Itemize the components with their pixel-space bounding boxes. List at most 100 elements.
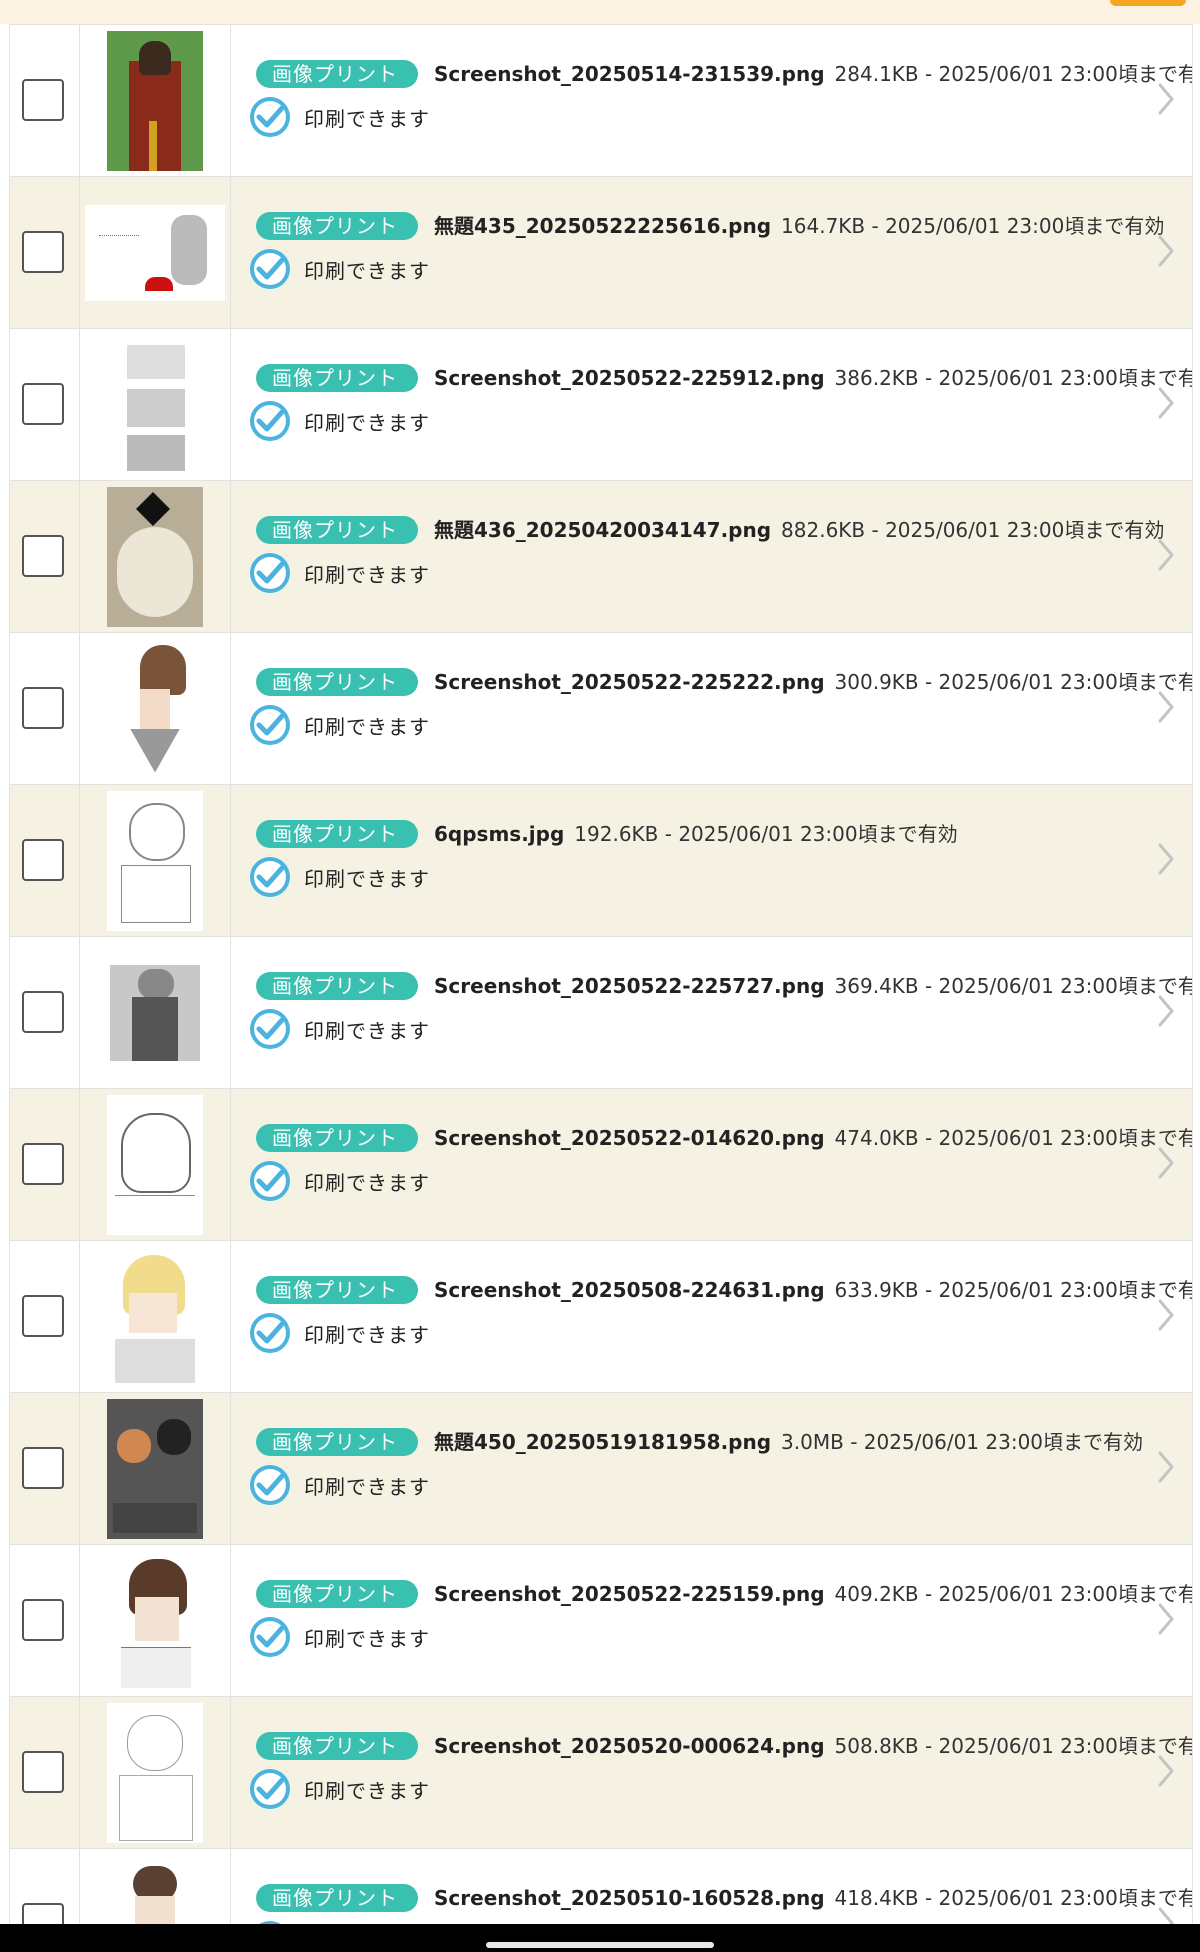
chevron-right-icon[interactable]	[1154, 385, 1178, 421]
file-list: 画像プリント Screenshot_20250514-231539.png 284.…	[9, 24, 1193, 1924]
print-status: 印刷できます	[304, 866, 430, 891]
thumbnail-cell	[80, 937, 231, 1088]
file-row[interactable]: 画像プリント 6qpsms.jpg 192.6KB - 2025/06/01 23:…	[10, 784, 1192, 936]
chevron-right-icon[interactable]	[1154, 841, 1178, 877]
home-indicator[interactable]	[486, 1942, 714, 1948]
print-type-badge: 画像プリント	[256, 1731, 418, 1760]
chevron-right-icon[interactable]	[1154, 537, 1178, 573]
file-thumbnail[interactable]	[107, 1398, 203, 1539]
checkbox-cell	[10, 1849, 80, 1924]
file-row[interactable]: 画像プリント Screenshot_20250522-225912.png 386.…	[10, 328, 1192, 480]
thumbnail-cell	[80, 329, 231, 480]
file-name: Screenshot_20250522-225727.png	[434, 973, 825, 998]
print-status: 印刷できます	[304, 410, 430, 435]
select-checkbox[interactable]	[22, 1295, 64, 1337]
thumbnail-cell	[80, 1241, 231, 1392]
thumbnail-cell	[80, 177, 231, 328]
select-checkbox[interactable]	[22, 1903, 64, 1924]
chevron-right-icon[interactable]	[1154, 81, 1178, 117]
file-info: 画像プリント 無題450_20250519181958.png 3.0MB - 20…	[238, 1423, 1148, 1507]
print-status: 印刷できます	[304, 1778, 430, 1803]
file-row[interactable]: 画像プリント Screenshot_20250522-225159.png 409.…	[10, 1544, 1192, 1696]
file-thumbnail[interactable]	[107, 30, 203, 171]
chevron-right-icon[interactable]	[1154, 1905, 1178, 1924]
select-checkbox[interactable]	[22, 535, 64, 577]
checkbox-cell	[10, 177, 80, 328]
file-thumbnail[interactable]	[85, 204, 225, 301]
select-checkbox[interactable]	[22, 991, 64, 1033]
file-row[interactable]: 画像プリント Screenshot_20250522-225727.png 369.…	[10, 936, 1192, 1088]
chevron-right-icon[interactable]	[1154, 1145, 1178, 1181]
thumbnail-cell	[80, 1697, 231, 1848]
print-type-badge: 画像プリント	[256, 1579, 418, 1608]
file-meta: 474.0KB - 2025/06/01 23:00頃まで有効	[834, 1125, 1193, 1150]
check-circle-icon	[248, 1615, 292, 1659]
file-row[interactable]: 画像プリント Screenshot_20250522-225222.png 300.…	[10, 632, 1192, 784]
file-name: Screenshot_20250508-224631.png	[434, 1277, 825, 1302]
thumbnail-cell	[80, 481, 231, 632]
check-circle-icon	[248, 1007, 292, 1051]
file-thumbnail[interactable]	[107, 1702, 203, 1843]
file-name: Screenshot_20250522-014620.png	[434, 1125, 825, 1150]
file-thumbnail[interactable]	[119, 334, 191, 475]
select-checkbox[interactable]	[22, 1599, 64, 1641]
select-checkbox[interactable]	[22, 1751, 64, 1793]
file-row[interactable]: 画像プリント Screenshot_20250510-160528.png 418.…	[10, 1848, 1192, 1924]
file-thumbnail[interactable]	[107, 1094, 203, 1235]
file-thumbnail[interactable]	[110, 638, 200, 779]
checkbox-cell	[10, 785, 80, 936]
file-info: 画像プリント Screenshot_20250514-231539.png 284.…	[238, 55, 1192, 139]
file-info: 画像プリント Screenshot_20250522-225912.png 386.…	[238, 359, 1192, 443]
checkbox-cell	[10, 633, 80, 784]
file-thumbnail[interactable]	[110, 964, 200, 1061]
file-meta: 284.1KB - 2025/06/01 23:00頃まで有効	[834, 61, 1193, 86]
chevron-right-icon[interactable]	[1154, 1449, 1178, 1485]
file-info: 画像プリント Screenshot_20250522-014620.png 474.…	[238, 1119, 1192, 1203]
checkbox-cell	[10, 1241, 80, 1392]
chevron-right-icon[interactable]	[1154, 689, 1178, 725]
select-checkbox[interactable]	[22, 1143, 64, 1185]
print-status: 印刷できます	[304, 714, 430, 739]
file-thumbnail[interactable]	[107, 790, 203, 931]
file-meta: 409.2KB - 2025/06/01 23:00頃まで有効	[834, 1581, 1193, 1606]
select-checkbox[interactable]	[22, 231, 64, 273]
file-thumbnail[interactable]	[107, 1550, 203, 1691]
file-name: Screenshot_20250522-225159.png	[434, 1581, 825, 1606]
thumbnail-cell	[80, 633, 231, 784]
print-type-badge: 画像プリント	[256, 211, 418, 240]
select-checkbox[interactable]	[22, 839, 64, 881]
file-row[interactable]: 画像プリント 無題435_20250522225616.png 164.7KB - …	[10, 176, 1192, 328]
select-checkbox[interactable]	[22, 1447, 64, 1489]
file-row[interactable]: 画像プリント Screenshot_20250508-224631.png 633.…	[10, 1240, 1192, 1392]
file-meta: 508.8KB - 2025/06/01 23:00頃まで有効	[834, 1733, 1193, 1758]
top-strip	[0, 0, 1200, 24]
chevron-right-icon[interactable]	[1154, 233, 1178, 269]
chevron-right-icon[interactable]	[1154, 1297, 1178, 1333]
select-checkbox[interactable]	[22, 383, 64, 425]
file-thumbnail[interactable]	[107, 486, 203, 627]
thumbnail-cell	[80, 785, 231, 936]
system-navigation-bar	[0, 1924, 1200, 1952]
print-type-badge: 画像プリント	[256, 363, 418, 392]
print-type-badge: 画像プリント	[256, 1123, 418, 1152]
file-info: 画像プリント 無題435_20250522225616.png 164.7KB - …	[238, 207, 1164, 291]
file-row[interactable]: 画像プリント 無題436_20250420034147.png 882.6KB - …	[10, 480, 1192, 632]
select-checkbox[interactable]	[22, 687, 64, 729]
file-thumbnail[interactable]	[95, 1246, 215, 1387]
file-info: 画像プリント 6qpsms.jpg 192.6KB - 2025/06/01 23:…	[238, 815, 1148, 899]
chevron-right-icon[interactable]	[1154, 1753, 1178, 1789]
file-row[interactable]: 画像プリント Screenshot_20250522-014620.png 474.…	[10, 1088, 1192, 1240]
print-status: 印刷できます	[304, 258, 430, 283]
file-row[interactable]: 画像プリント Screenshot_20250520-000624.png 508.…	[10, 1696, 1192, 1848]
file-thumbnail[interactable]	[113, 1855, 197, 1924]
print-type-badge: 画像プリント	[256, 819, 418, 848]
select-checkbox[interactable]	[22, 79, 64, 121]
check-circle-icon	[248, 1463, 292, 1507]
check-circle-icon	[248, 399, 292, 443]
file-meta: 300.9KB - 2025/06/01 23:00頃まで有効	[834, 669, 1193, 694]
top-action-button[interactable]	[1110, 0, 1186, 6]
file-row[interactable]: 画像プリント 無題450_20250519181958.png 3.0MB - 20…	[10, 1392, 1192, 1544]
chevron-right-icon[interactable]	[1154, 1601, 1178, 1637]
file-row[interactable]: 画像プリント Screenshot_20250514-231539.png 284.…	[10, 24, 1192, 176]
chevron-right-icon[interactable]	[1154, 993, 1178, 1029]
